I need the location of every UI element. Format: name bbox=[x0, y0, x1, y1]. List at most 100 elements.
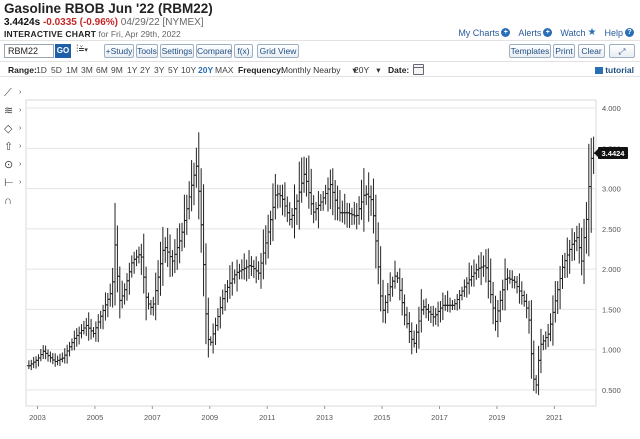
ohlc-bar bbox=[438, 301, 443, 323]
help-link[interactable]: Help? bbox=[604, 28, 634, 38]
ohlc-bar bbox=[311, 195, 316, 224]
symbol-input[interactable] bbox=[4, 44, 54, 58]
chart-toolbar: GO ⫶≚▾ +Study Tools Settings Compare f(x… bbox=[0, 40, 640, 60]
range-1m[interactable]: 1M bbox=[66, 65, 78, 75]
chart-subtitle: INTERACTIVE CHART for Fri, Apr 29th, 202… bbox=[4, 29, 181, 39]
ohlc-bar bbox=[445, 290, 450, 312]
range-6m[interactable]: 6M bbox=[96, 65, 108, 75]
ohlc-bar bbox=[433, 307, 438, 325]
ohlc-bar bbox=[457, 289, 462, 310]
bar-type-selector[interactable]: ⫶≚▾ bbox=[76, 44, 88, 55]
ohlc-bar bbox=[254, 256, 259, 284]
print-button[interactable]: Print bbox=[553, 44, 575, 58]
grid-view-button[interactable]: Grid View bbox=[257, 44, 299, 58]
range-max[interactable]: MAX bbox=[215, 65, 233, 75]
frequency-value: Monthly Nearby bbox=[281, 65, 341, 75]
ohlc-bar bbox=[110, 267, 115, 308]
ohlc-bar bbox=[479, 252, 484, 286]
range-1y[interactable]: 1Y bbox=[127, 65, 137, 75]
ohlc-bar bbox=[543, 331, 548, 350]
ohlc-bar bbox=[342, 193, 347, 225]
price-chart[interactable]: 0.5001.0001.5002.0002.5003.0003.5004.000… bbox=[24, 96, 636, 436]
ohlc-bar bbox=[36, 354, 41, 367]
watch-label: Watch bbox=[560, 27, 586, 38]
range-1d[interactable]: 1D bbox=[36, 65, 47, 75]
ohlc-bar bbox=[426, 303, 431, 321]
date-label: Date: bbox=[388, 65, 410, 75]
add-study-button[interactable]: +Study bbox=[104, 44, 134, 58]
ohlc-bar bbox=[572, 232, 577, 261]
ohlc-bar bbox=[144, 266, 149, 321]
ohlc-bar bbox=[412, 330, 417, 348]
x-tick-label: 2003 bbox=[29, 413, 46, 422]
marker-tool[interactable]: ⊙ › bbox=[4, 158, 26, 172]
templates-button[interactable]: Templates bbox=[509, 44, 551, 58]
alerts-link[interactable]: Alerts + bbox=[518, 28, 553, 38]
expand-icon: ⤢ bbox=[618, 46, 626, 56]
ohlc-bar bbox=[290, 207, 295, 228]
ohlc-bar bbox=[280, 184, 285, 216]
arrow-tool[interactable]: ⇧ › bbox=[4, 140, 26, 154]
range-2y[interactable]: 2Y bbox=[140, 65, 150, 75]
ohlc-bar bbox=[165, 227, 170, 267]
range-5d[interactable]: 5D bbox=[51, 65, 62, 75]
range-3m[interactable]: 3M bbox=[81, 65, 93, 75]
watch-link[interactable]: Watch ★ bbox=[560, 27, 596, 38]
ohlc-bar bbox=[268, 210, 273, 246]
function-button[interactable]: f(x) bbox=[234, 44, 253, 58]
ohlc-bar bbox=[38, 349, 43, 362]
ohlc-bar bbox=[424, 298, 429, 319]
range-20y[interactable]: 20Y bbox=[198, 65, 213, 75]
ohlc-bar bbox=[469, 265, 474, 287]
frequency-select[interactable]: Monthly Nearby ▾ bbox=[281, 65, 357, 76]
ohlc-bar bbox=[69, 338, 74, 351]
my-charts-label: My Charts bbox=[458, 27, 500, 38]
ohlc-bar bbox=[220, 289, 225, 315]
y-tick-label: 1.500 bbox=[602, 305, 621, 314]
settings-button[interactable]: Settings bbox=[160, 44, 194, 58]
ohlc-bar bbox=[187, 181, 192, 220]
ohlc-bar bbox=[455, 293, 460, 311]
range-3y[interactable]: 3Y bbox=[154, 65, 164, 75]
ohlc-bar bbox=[194, 147, 199, 188]
ohlc-bar bbox=[258, 253, 263, 289]
last-price-tag: 3.4424 bbox=[594, 146, 628, 159]
ohlc-bar bbox=[199, 168, 204, 253]
my-charts-link[interactable]: My Charts + bbox=[458, 27, 511, 38]
ohlc-bar bbox=[314, 202, 319, 221]
ohlc-bar bbox=[287, 202, 292, 226]
x-tick-label: 2017 bbox=[431, 413, 448, 422]
ohlc-bar bbox=[359, 179, 364, 220]
range-bar: Range: 1D 5D 1M 3M 6M 9M 1Y 2Y 3Y 5Y 10Y… bbox=[0, 61, 640, 77]
range-9m[interactable]: 9M bbox=[111, 65, 123, 75]
chart-grid bbox=[25, 99, 597, 407]
ohlc-bar bbox=[182, 194, 187, 248]
go-button[interactable]: GO bbox=[55, 44, 71, 58]
range-5y[interactable]: 5Y bbox=[168, 65, 178, 75]
ohlc-bar bbox=[462, 279, 467, 297]
range-10y[interactable]: 10Y bbox=[181, 65, 196, 75]
price-bars bbox=[26, 132, 596, 396]
magnet-tool[interactable]: ∩ bbox=[4, 194, 26, 208]
fibonacci-tool[interactable]: ≋ › bbox=[4, 104, 26, 118]
ohlc-bar bbox=[321, 191, 326, 211]
ohlc-bar bbox=[337, 190, 342, 222]
ohlc-bar bbox=[153, 272, 158, 321]
compare-button[interactable]: Compare bbox=[196, 44, 232, 58]
fullscreen-button[interactable]: ⤢ bbox=[609, 44, 635, 58]
calendar-icon[interactable] bbox=[413, 64, 424, 75]
period-select[interactable]: 20Y ▾ bbox=[354, 65, 381, 76]
ohlc-bar bbox=[345, 202, 350, 228]
ohlc-bar bbox=[546, 323, 551, 348]
tutorial-link[interactable]: tutorial bbox=[595, 65, 634, 75]
ohlc-bar bbox=[285, 196, 290, 223]
clear-button[interactable]: Clear bbox=[578, 44, 605, 58]
measure-tool[interactable]: ⊢ › bbox=[4, 176, 26, 190]
ohlc-bar bbox=[53, 353, 58, 367]
tools-button[interactable]: Tools bbox=[136, 44, 158, 58]
ohlc-bar bbox=[330, 168, 335, 216]
shape-tool[interactable]: ◇ › bbox=[4, 122, 26, 136]
ohlc-bar bbox=[306, 155, 311, 209]
ohlc-bar bbox=[93, 321, 98, 342]
line-tool[interactable]: ⟋ › bbox=[4, 86, 26, 100]
